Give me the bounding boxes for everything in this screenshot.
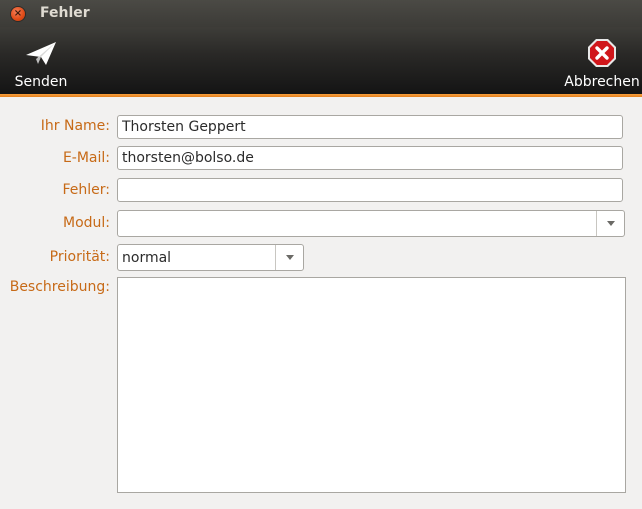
send-button[interactable]: Senden: [10, 27, 72, 94]
title-bar: × Fehler: [0, 0, 642, 27]
name-field[interactable]: [117, 115, 623, 139]
email-label: E-Mail:: [62, 150, 110, 166]
close-icon: ×: [13, 8, 23, 19]
window-close-button[interactable]: ×: [11, 7, 25, 21]
error-field[interactable]: [117, 178, 623, 202]
toolbar: Senden Abbrechen: [0, 27, 642, 94]
chevron-down-icon: [606, 221, 615, 226]
name-label: Ihr Name:: [40, 118, 110, 134]
send-label: Senden: [14, 74, 68, 90]
chevron-down-icon: [285, 255, 294, 260]
description-label: Beschreibung:: [9, 279, 110, 295]
module-dropdown-button[interactable]: [596, 211, 624, 236]
cancel-icon: [587, 33, 617, 73]
cancel-label: Abbrechen: [564, 74, 640, 90]
toolbar-accent-line: [0, 94, 642, 97]
window-title: Fehler: [40, 5, 90, 21]
cancel-button[interactable]: Abbrechen: [562, 27, 642, 94]
description-textarea[interactable]: [117, 277, 626, 493]
paper-plane-icon: [24, 33, 58, 73]
priority-value: normal: [122, 250, 172, 266]
email-field[interactable]: [117, 146, 623, 170]
error-label: Fehler:: [62, 182, 110, 198]
module-label: Modul:: [62, 215, 110, 231]
priority-dropdown-button[interactable]: [275, 245, 303, 270]
priority-label: Priorität:: [49, 249, 110, 265]
priority-select[interactable]: normal: [117, 244, 304, 271]
module-select[interactable]: [117, 210, 625, 237]
